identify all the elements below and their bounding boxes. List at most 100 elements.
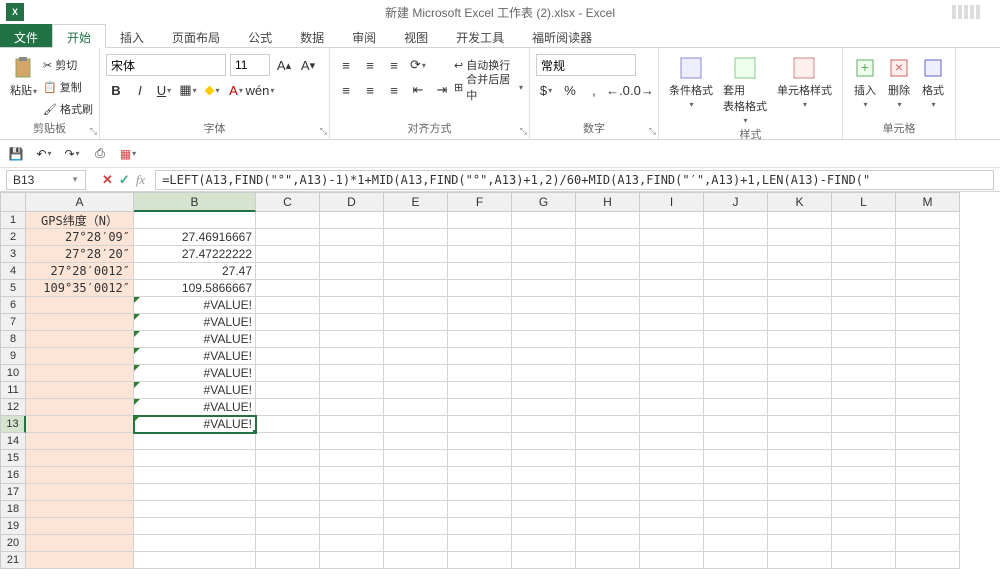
tab-view[interactable]: 视图	[390, 24, 442, 47]
cell-M19[interactable]	[896, 518, 960, 535]
cell-B12[interactable]: #VALUE!	[134, 399, 256, 416]
redo-button[interactable]: ↷	[62, 144, 82, 164]
cell-D1[interactable]	[320, 212, 384, 229]
clipboard-launcher-icon[interactable]: ⤡	[90, 126, 97, 137]
cell-E12[interactable]	[384, 399, 448, 416]
cell-A10[interactable]	[26, 365, 134, 382]
cell-G6[interactable]	[512, 297, 576, 314]
cell-J10[interactable]	[704, 365, 768, 382]
cell-B6[interactable]: #VALUE!	[134, 297, 256, 314]
orientation-button[interactable]: ⟳	[408, 55, 428, 75]
cell-E2[interactable]	[384, 229, 448, 246]
cell-I1[interactable]	[640, 212, 704, 229]
cell-I4[interactable]	[640, 263, 704, 280]
font-color-button[interactable]: A	[226, 80, 246, 100]
cell-L15[interactable]	[832, 450, 896, 467]
row-header-17[interactable]: 17	[0, 484, 26, 501]
cell-K17[interactable]	[768, 484, 832, 501]
cell-H12[interactable]	[576, 399, 640, 416]
pinyin-button[interactable]: wén	[250, 80, 270, 100]
cell-F1[interactable]	[448, 212, 512, 229]
cell-C1[interactable]	[256, 212, 320, 229]
row-header-20[interactable]: 20	[0, 535, 26, 552]
cell-E20[interactable]	[384, 535, 448, 552]
cell-D4[interactable]	[320, 263, 384, 280]
cell-I16[interactable]	[640, 467, 704, 484]
cell-J4[interactable]	[704, 263, 768, 280]
cell-K13[interactable]	[768, 416, 832, 433]
cell-K6[interactable]	[768, 297, 832, 314]
cell-H21[interactable]	[576, 552, 640, 569]
cell-K1[interactable]	[768, 212, 832, 229]
align-middle-button[interactable]: ≡	[360, 55, 380, 75]
cell-M4[interactable]	[896, 263, 960, 280]
cell-F9[interactable]	[448, 348, 512, 365]
cell-C5[interactable]	[256, 280, 320, 297]
cell-J20[interactable]	[704, 535, 768, 552]
column-header-F[interactable]: F	[448, 192, 512, 212]
cell-A14[interactable]	[26, 433, 134, 450]
cell-L12[interactable]	[832, 399, 896, 416]
column-header-J[interactable]: J	[704, 192, 768, 212]
cell-D11[interactable]	[320, 382, 384, 399]
alignment-launcher-icon[interactable]: ⤡	[520, 126, 527, 137]
cell-L8[interactable]	[832, 331, 896, 348]
cell-I17[interactable]	[640, 484, 704, 501]
column-header-B[interactable]: B	[134, 192, 256, 212]
cell-E7[interactable]	[384, 314, 448, 331]
cell-H11[interactable]	[576, 382, 640, 399]
cell-A5[interactable]: 109°35′0012″	[26, 280, 134, 297]
tab-insert[interactable]: 插入	[106, 24, 158, 47]
cell-K11[interactable]	[768, 382, 832, 399]
row-header-21[interactable]: 21	[0, 552, 26, 569]
cell-G14[interactable]	[512, 433, 576, 450]
cell-J18[interactable]	[704, 501, 768, 518]
font-name-combo[interactable]	[106, 54, 226, 76]
cell-A19[interactable]	[26, 518, 134, 535]
cell-L3[interactable]	[832, 246, 896, 263]
row-header-4[interactable]: 4	[0, 263, 26, 280]
cell-D6[interactable]	[320, 297, 384, 314]
cell-J5[interactable]	[704, 280, 768, 297]
cell-L4[interactable]	[832, 263, 896, 280]
cell-J13[interactable]	[704, 416, 768, 433]
delete-cells-button[interactable]: × 删除	[883, 54, 915, 111]
cell-H3[interactable]	[576, 246, 640, 263]
cell-I11[interactable]	[640, 382, 704, 399]
cell-A13[interactable]	[26, 416, 134, 433]
cell-B9[interactable]: #VALUE!	[134, 348, 256, 365]
cell-J7[interactable]	[704, 314, 768, 331]
cell-C20[interactable]	[256, 535, 320, 552]
cell-D13[interactable]	[320, 416, 384, 433]
cell-M5[interactable]	[896, 280, 960, 297]
cell-D10[interactable]	[320, 365, 384, 382]
cell-L11[interactable]	[832, 382, 896, 399]
select-all-corner[interactable]	[0, 192, 26, 212]
border-button[interactable]: ▦	[178, 80, 198, 100]
cell-F12[interactable]	[448, 399, 512, 416]
cell-F13[interactable]	[448, 416, 512, 433]
cell-A12[interactable]	[26, 399, 134, 416]
cell-J19[interactable]	[704, 518, 768, 535]
cell-J3[interactable]	[704, 246, 768, 263]
cell-E6[interactable]	[384, 297, 448, 314]
cell-A2[interactable]: 27°28′09″	[26, 229, 134, 246]
cell-F10[interactable]	[448, 365, 512, 382]
cell-D5[interactable]	[320, 280, 384, 297]
cell-L2[interactable]	[832, 229, 896, 246]
cell-J8[interactable]	[704, 331, 768, 348]
align-top-button[interactable]: ≡	[336, 55, 356, 75]
row-header-15[interactable]: 15	[0, 450, 26, 467]
tab-review[interactable]: 审阅	[338, 24, 390, 47]
cell-M1[interactable]	[896, 212, 960, 229]
cell-C12[interactable]	[256, 399, 320, 416]
cell-M11[interactable]	[896, 382, 960, 399]
cell-E13[interactable]	[384, 416, 448, 433]
table-format-button[interactable]: 套用 表格格式	[719, 54, 771, 127]
cell-F16[interactable]	[448, 467, 512, 484]
cell-A15[interactable]	[26, 450, 134, 467]
row-header-7[interactable]: 7	[0, 314, 26, 331]
format-painter-button[interactable]: 🖌格式刷	[43, 98, 93, 120]
percent-button[interactable]: %	[560, 80, 580, 100]
cell-G5[interactable]	[512, 280, 576, 297]
